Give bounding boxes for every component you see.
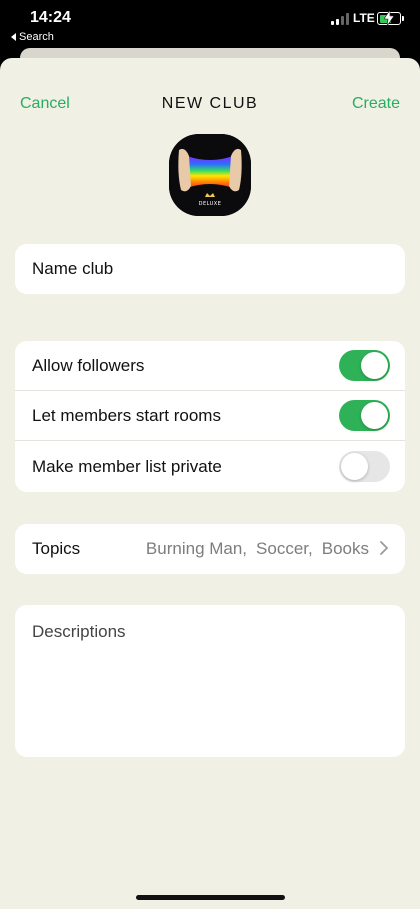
let-members-start-rooms-row: Let members start rooms xyxy=(15,391,405,441)
back-app-label: Search xyxy=(19,31,54,43)
topics-values: Burning Man, Soccer, Books xyxy=(146,539,369,559)
chevron-right-icon xyxy=(380,541,388,555)
cellular-signal-icon xyxy=(331,13,349,25)
make-member-list-private-toggle[interactable] xyxy=(339,451,390,482)
svg-text:DELUXE: DELUXE xyxy=(199,201,222,207)
status-bar: 14:24 Search LTE xyxy=(0,0,420,48)
club-photo-image: DELUXE xyxy=(169,134,251,216)
topic-tag: Burning Man, xyxy=(145,539,248,558)
new-club-sheet: Cancel NEW CLUB Create DELUXE Name club … xyxy=(0,58,420,909)
battery-icon xyxy=(377,10,404,26)
topic-tag: Soccer, xyxy=(256,539,313,558)
allow-followers-label: Allow followers xyxy=(32,356,145,375)
let-members-start-rooms-toggle[interactable] xyxy=(339,400,390,431)
club-photo[interactable]: DELUXE xyxy=(169,134,251,216)
back-to-search-link[interactable]: Search xyxy=(11,31,54,43)
allow-followers-toggle[interactable] xyxy=(339,350,390,381)
topic-tag: Books xyxy=(321,539,369,558)
club-name-field[interactable]: Name club xyxy=(15,244,405,294)
let-members-start-rooms-label: Let members start rooms xyxy=(32,406,221,425)
settings-group: Allow followers Let members start rooms … xyxy=(15,341,405,492)
network-type: LTE xyxy=(353,11,375,25)
make-member-list-private-row: Make member list private xyxy=(15,442,405,492)
club-name-placeholder: Name club xyxy=(32,259,114,278)
topics-row[interactable]: Topics Burning Man, Soccer, Books xyxy=(15,524,405,574)
make-member-list-private-label: Make member list private xyxy=(32,457,222,476)
allow-followers-row: Allow followers xyxy=(15,341,405,391)
description-placeholder: Descriptions xyxy=(32,622,126,641)
description-field[interactable]: Descriptions xyxy=(15,605,405,757)
topics-label: Topics xyxy=(32,539,81,558)
home-indicator[interactable] xyxy=(136,895,285,900)
create-button[interactable]: Create xyxy=(352,95,400,113)
charging-bolt-icon xyxy=(384,10,394,26)
back-arrow-icon xyxy=(11,33,16,41)
status-time: 14:24 xyxy=(30,9,71,26)
